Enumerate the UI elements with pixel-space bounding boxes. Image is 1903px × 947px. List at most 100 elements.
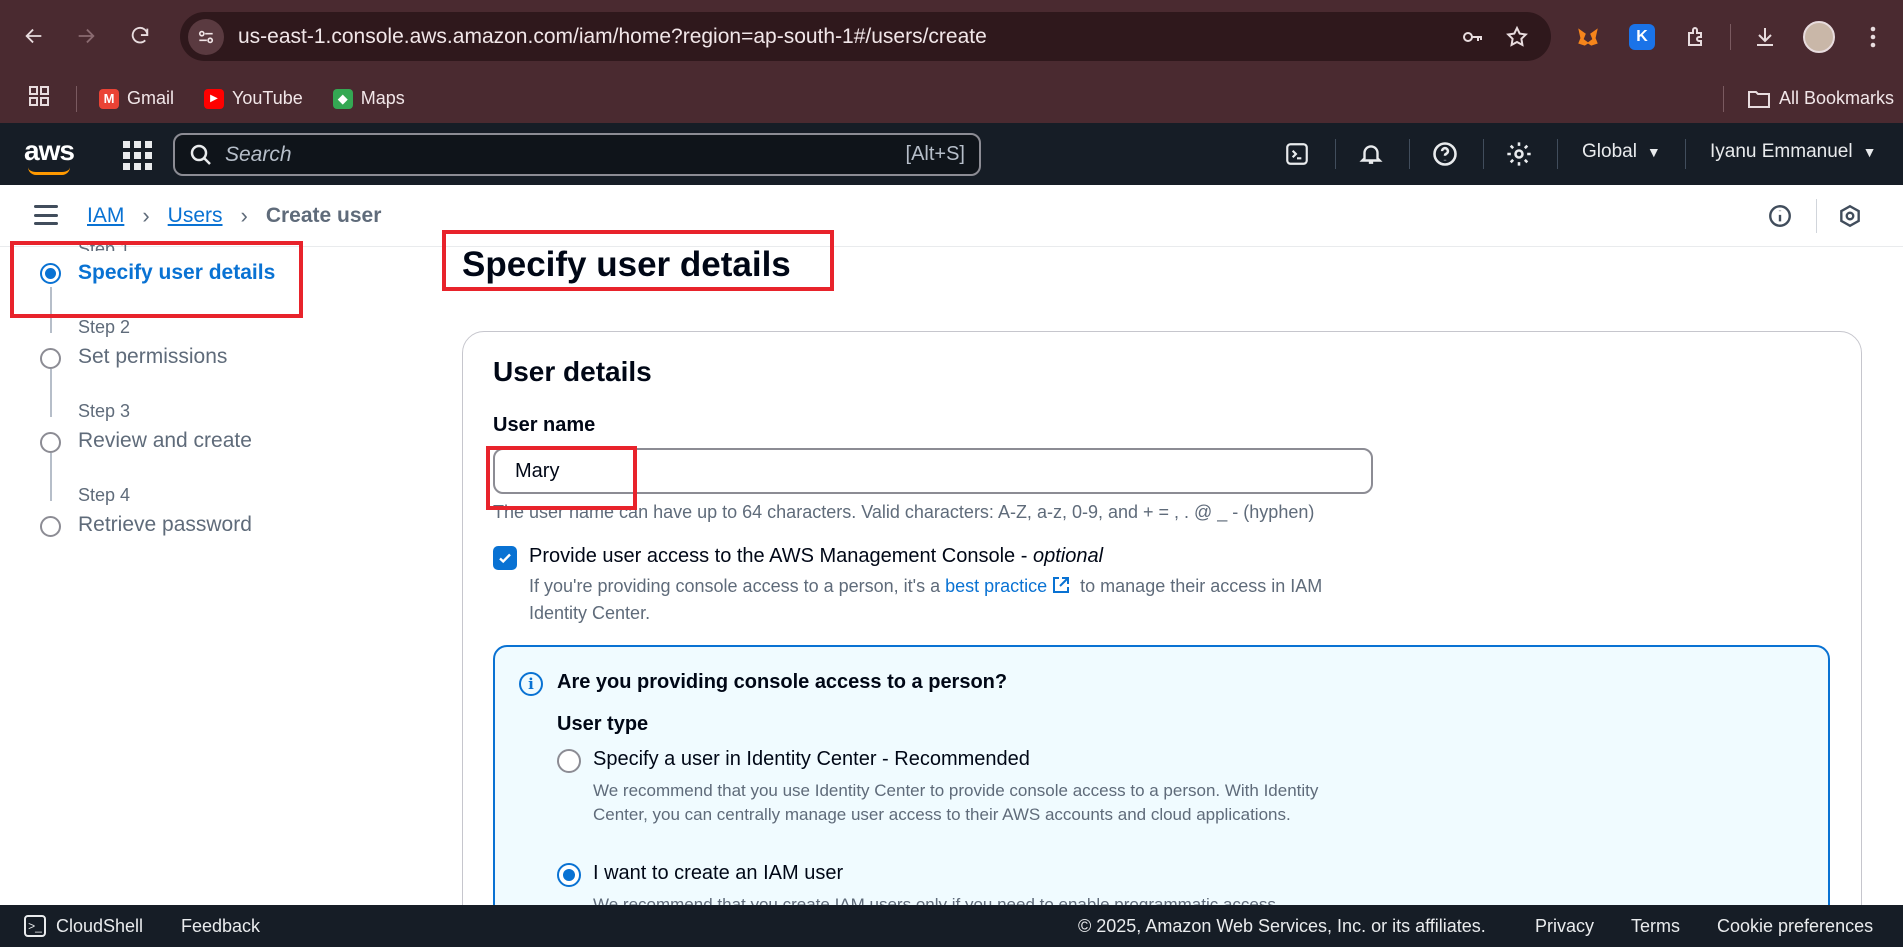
browser-menu-icon[interactable] <box>1853 18 1893 56</box>
console-access-info-box: i Are you providing console access to a … <box>493 645 1830 947</box>
account-name: Iyanu Emmanuel <box>1710 141 1853 162</box>
aws-smile-icon <box>28 167 70 175</box>
step-4-number: Step 4 <box>78 485 131 505</box>
identity-center-label[interactable]: Specify a user in Identity Center - Reco… <box>593 748 1030 771</box>
aws-logo[interactable]: aws <box>24 135 75 175</box>
aws-logo-text: aws <box>24 135 75 166</box>
annotation-box-steps <box>10 241 303 318</box>
footer-terms[interactable]: Terms <box>1631 916 1680 937</box>
footer-feedback[interactable]: Feedback <box>181 916 260 937</box>
external-link-icon[interactable] <box>1051 575 1071 601</box>
help-icon[interactable] <box>1428 137 1462 171</box>
bookmark-label: YouTube <box>232 88 303 108</box>
step-2-label: Set permissions <box>78 345 228 368</box>
chevron-right-icon: › <box>142 203 150 228</box>
bookmarks-bar: M Gmail ▶ YouTube ◆ Maps All Bookmarks <box>0 74 1903 123</box>
breadcrumb: IAM › Users › Create user <box>87 203 381 229</box>
optional-text: optional <box>1032 545 1104 567</box>
bookmark-gmail[interactable]: M Gmail <box>99 88 174 109</box>
iam-user-radio[interactable] <box>557 863 581 887</box>
step-3-indicator <box>40 432 61 453</box>
breadcrumb-iam[interactable]: IAM <box>87 204 124 228</box>
notifications-bell-icon[interactable] <box>1354 137 1388 171</box>
password-key-icon[interactable] <box>1451 19 1495 55</box>
cloudshell-icon[interactable] <box>1280 137 1314 171</box>
user-details-card: User details User name The user name can… <box>462 331 1862 947</box>
bookmark-star-icon[interactable] <box>1495 19 1539 55</box>
header-divider <box>1685 139 1686 169</box>
breadcrumb-users[interactable]: Users <box>168 204 223 228</box>
toolbar-divider <box>1730 24 1731 50</box>
checkmark-icon <box>499 553 511 564</box>
bookmark-label: Gmail <box>127 88 175 108</box>
caret-down-icon: ▼ <box>1862 144 1877 160</box>
services-grid-icon[interactable] <box>120 138 152 170</box>
extensions-puzzle-icon[interactable] <box>1676 18 1716 56</box>
header-divider <box>1483 139 1484 169</box>
step-4-label: Retrieve password <box>78 513 252 536</box>
all-bookmarks-label: All Bookmarks <box>1779 88 1895 108</box>
caret-down-icon: ▼ <box>1646 144 1661 160</box>
bookmark-label: Maps <box>360 88 405 108</box>
chevron-right-icon: › <box>240 203 248 228</box>
url-text[interactable]: us-east-1.console.aws.amazon.com/iam/hom… <box>238 25 1451 49</box>
console-access-description: If you're providing console access to a … <box>529 574 1349 625</box>
cloudshell-icon[interactable]: >_ <box>24 915 46 937</box>
user-type-label: User type <box>557 713 649 735</box>
maps-icon: ◆ <box>332 88 353 109</box>
browser-chrome: us-east-1.console.aws.amazon.com/iam/hom… <box>0 0 1903 123</box>
all-bookmarks[interactable]: All Bookmarks <box>1747 88 1894 109</box>
metamask-extension-icon[interactable] <box>1568 18 1608 56</box>
step-connector <box>50 453 52 501</box>
annotation-box-title <box>442 230 834 291</box>
header-divider <box>1335 139 1336 169</box>
account-menu[interactable]: Iyanu Emmanuel ▼ <box>1710 141 1876 163</box>
footer-cookie-preferences[interactable]: Cookie preferences <box>1717 916 1873 937</box>
footer-cloudshell[interactable]: CloudShell <box>56 916 143 937</box>
region-label: Global <box>1582 141 1637 162</box>
bookmarks-divider <box>76 85 77 112</box>
best-practice-link[interactable]: best practice <box>945 576 1047 596</box>
identity-center-description: We recommend that you use Identity Cente… <box>593 781 1319 824</box>
region-selector[interactable]: Global ▼ <box>1582 141 1661 163</box>
step-3-number: Step 3 <box>78 401 131 421</box>
bookmark-youtube[interactable]: ▶ YouTube <box>204 88 303 109</box>
desc-text: If you're providing console access to a … <box>529 576 946 596</box>
settings-gear-icon[interactable] <box>1502 137 1536 171</box>
apps-grid-icon[interactable] <box>28 85 50 112</box>
console-access-label[interactable]: Provide user access to the AWS Managemen… <box>529 545 1103 568</box>
bookmark-maps[interactable]: ◆ Maps <box>332 88 405 109</box>
header-divider <box>1409 139 1410 169</box>
annotation-box-username <box>486 446 637 510</box>
breadcrumb-bar: IAM › Users › Create user <box>0 185 1903 247</box>
download-icon[interactable] <box>1745 18 1785 56</box>
wizard-steps: Step 1 Specify user details Step 2 Set p… <box>0 239 420 907</box>
amazon-q-icon[interactable] <box>1835 201 1865 231</box>
console-access-text: Provide user access to the AWS Managemen… <box>529 545 1033 567</box>
identity-center-radio[interactable] <box>557 749 581 773</box>
user-name-label: User name <box>493 414 596 436</box>
forward-icon[interactable] <box>68 18 104 54</box>
reload-icon[interactable] <box>122 18 158 54</box>
search-icon <box>190 144 211 165</box>
address-bar[interactable]: us-east-1.console.aws.amazon.com/iam/hom… <box>180 12 1551 61</box>
info-panel-icon[interactable] <box>1765 201 1795 231</box>
console-access-checkbox[interactable] <box>493 546 517 570</box>
k-extension-icon[interactable]: K <box>1622 18 1662 56</box>
info-icon: i <box>519 672 543 696</box>
footer-copyright: © 2025, Amazon Web Services, Inc. or its… <box>1078 916 1486 936</box>
folder-icon <box>1748 90 1770 108</box>
aws-footer: >_ CloudShell Feedback © 2025, Amazon We… <box>0 905 1903 947</box>
iam-user-label[interactable]: I want to create an IAM user <box>593 862 843 885</box>
footer-privacy[interactable]: Privacy <box>1535 916 1594 937</box>
header-divider <box>1557 139 1558 169</box>
search-placeholder: Search <box>225 142 292 166</box>
profile-avatar[interactable] <box>1799 18 1839 56</box>
back-icon[interactable] <box>16 18 52 54</box>
hamburger-menu-icon[interactable] <box>34 205 58 225</box>
bookmarks-divider <box>1723 85 1724 112</box>
aws-search-input[interactable]: Search [Alt+S] <box>173 133 981 176</box>
breadcrumb-current: Create user <box>265 204 382 227</box>
site-info-icon[interactable] <box>188 18 224 55</box>
extensions-bar: K <box>1568 18 1893 56</box>
